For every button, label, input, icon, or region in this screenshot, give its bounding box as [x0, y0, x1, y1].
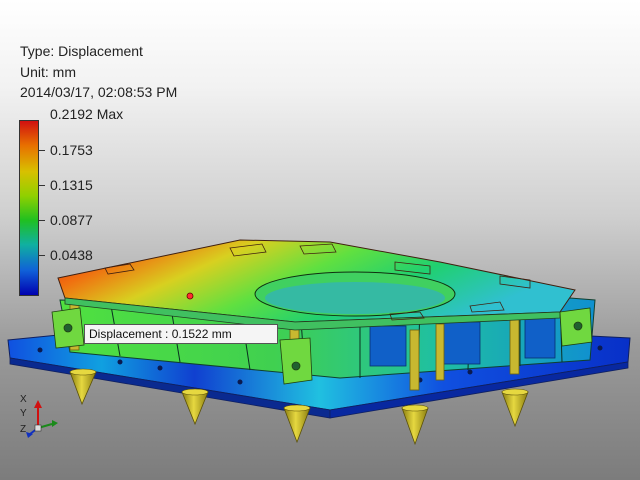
legend-tick-label: 0.0877 — [50, 212, 93, 228]
legend-max-label: 0.2192 Max — [50, 106, 124, 122]
legend-tick-label: 0.0438 — [50, 247, 93, 263]
triad-x-label: X — [20, 394, 27, 405]
probe-value-label: Displacement : 0.1522 mm — [89, 327, 232, 341]
displacement-probe-tooltip[interactable]: Displacement : 0.1522 mm — [84, 324, 278, 344]
result-type-label: Type: Displacement — [20, 43, 143, 59]
color-legend-bar — [19, 120, 39, 296]
support-cone — [283, 404, 311, 444]
legend-tick — [39, 255, 45, 256]
result-timestamp-label: 2014/03/17, 02:08:53 PM — [20, 84, 178, 100]
legend-tick-label: 0.1315 — [50, 177, 93, 193]
model-viewport[interactable] — [0, 0, 640, 480]
support-cone — [401, 404, 429, 446]
legend-tick-label: 0.1753 — [50, 142, 93, 158]
legend-tick — [39, 185, 45, 186]
support-cone — [181, 388, 209, 426]
legend-tick — [39, 220, 45, 221]
support-cone — [69, 368, 97, 406]
triad-z-label: Z — [20, 424, 27, 435]
result-unit-label: Unit: mm — [20, 64, 76, 80]
triad-y-label: Y — [20, 408, 27, 419]
legend-tick — [39, 150, 45, 151]
support-cone — [501, 388, 529, 428]
view-triad[interactable]: X Y Z — [18, 390, 64, 440]
max-displacement-marker — [186, 292, 194, 300]
